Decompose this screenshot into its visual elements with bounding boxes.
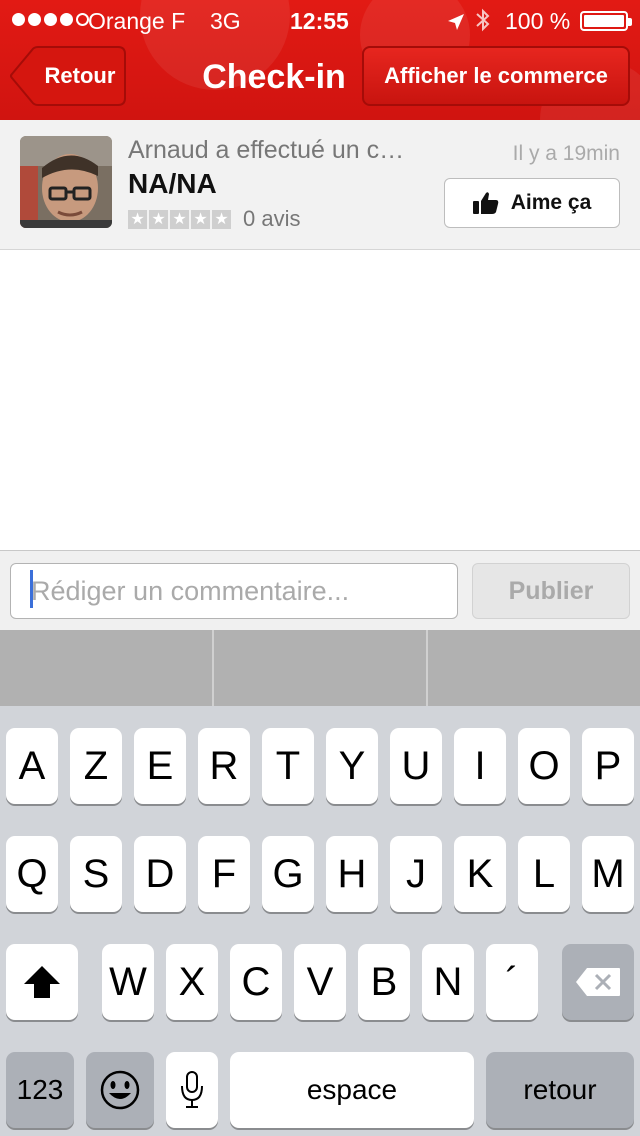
bluetooth-icon <box>474 7 492 39</box>
key[interactable]: N <box>422 944 474 1020</box>
star-icon: ★ <box>128 209 147 229</box>
space-key[interactable]: espace <box>230 1052 474 1128</box>
key[interactable]: V <box>294 944 346 1020</box>
suggestion-divider <box>212 630 214 706</box>
key[interactable]: U <box>390 728 442 804</box>
key[interactable]: X <box>166 944 218 1020</box>
show-shop-button[interactable]: Afficher le commerce <box>362 46 630 106</box>
key[interactable]: W <box>102 944 154 1020</box>
back-button[interactable]: Retour <box>10 46 126 106</box>
key[interactable]: P <box>582 728 634 804</box>
text-cursor <box>30 570 33 608</box>
battery-icon <box>580 11 632 31</box>
key[interactable]: K <box>454 836 506 912</box>
signal-strength-icon <box>12 13 89 26</box>
star-icon: ★ <box>170 209 189 229</box>
key[interactable]: T <box>262 728 314 804</box>
emoji-icon <box>100 1070 140 1110</box>
keyboard-suggestion-bar <box>0 630 640 706</box>
backspace-key[interactable] <box>562 944 634 1020</box>
key[interactable]: ´ <box>486 944 538 1020</box>
key[interactable]: Q <box>6 836 58 912</box>
keyboard: A Z E R T Y U I O P Q S D F G H J K L M … <box>0 706 640 1136</box>
emoji-key[interactable] <box>86 1052 154 1128</box>
key[interactable]: H <box>326 836 378 912</box>
avatar[interactable] <box>20 136 112 228</box>
location-arrow-icon <box>446 11 466 38</box>
key[interactable]: O <box>518 728 570 804</box>
shift-icon <box>24 966 60 998</box>
key[interactable]: C <box>230 944 282 1020</box>
star-icon: ★ <box>212 209 231 229</box>
key[interactable]: G <box>262 836 314 912</box>
checkin-description: Arnaud a effectué un c… <box>128 136 405 164</box>
key[interactable]: M <box>582 836 634 912</box>
checkin-card: Arnaud a effectué un c… NA/NA ★ ★ ★ ★ ★ … <box>0 120 640 250</box>
key[interactable]: S <box>70 836 122 912</box>
microphone-key[interactable] <box>166 1052 218 1128</box>
like-button-label: Aime ça <box>510 191 592 214</box>
like-button[interactable]: Aime ça <box>444 178 620 228</box>
thumbs-up-icon <box>472 192 498 214</box>
page-title: Check-in <box>202 58 346 96</box>
key[interactable]: L <box>518 836 570 912</box>
star-icon: ★ <box>149 209 168 229</box>
network-type: 3G <box>210 8 241 34</box>
key[interactable]: E <box>134 728 186 804</box>
status-bar: Orange F 3G 12:55 100 % <box>0 0 640 40</box>
rating: ★ ★ ★ ★ ★ 0 avis <box>128 206 300 232</box>
return-key[interactable]: retour <box>486 1052 634 1128</box>
venue-name[interactable]: NA/NA <box>128 168 217 200</box>
microphone-icon <box>181 1071 203 1108</box>
status-time: 12:55 <box>290 8 349 34</box>
shift-key[interactable] <box>6 944 78 1020</box>
comment-bar: Publier <box>0 550 640 630</box>
back-button-label: Retour <box>44 63 116 88</box>
review-count: 0 avis <box>243 206 301 231</box>
key[interactable]: I <box>454 728 506 804</box>
checkin-timestamp: Il y a 19min <box>512 142 620 165</box>
key[interactable]: R <box>198 728 250 804</box>
backspace-icon <box>576 968 620 996</box>
key[interactable]: J <box>390 836 442 912</box>
publish-button[interactable]: Publier <box>472 563 630 619</box>
key[interactable]: B <box>358 944 410 1020</box>
numbers-key[interactable]: 123 <box>6 1052 74 1128</box>
battery-percentage: 100 % <box>505 8 571 34</box>
key[interactable]: F <box>198 836 250 912</box>
header: Orange F 3G 12:55 100 % Retour Check-in … <box>0 0 640 120</box>
key[interactable]: Z <box>70 728 122 804</box>
comment-input[interactable] <box>10 563 458 619</box>
suggestion-divider <box>426 630 428 706</box>
star-icon: ★ <box>191 209 210 229</box>
carrier-name: Orange F <box>88 8 186 34</box>
key[interactable]: Y <box>326 728 378 804</box>
key[interactable]: D <box>134 836 186 912</box>
key[interactable]: A <box>6 728 58 804</box>
